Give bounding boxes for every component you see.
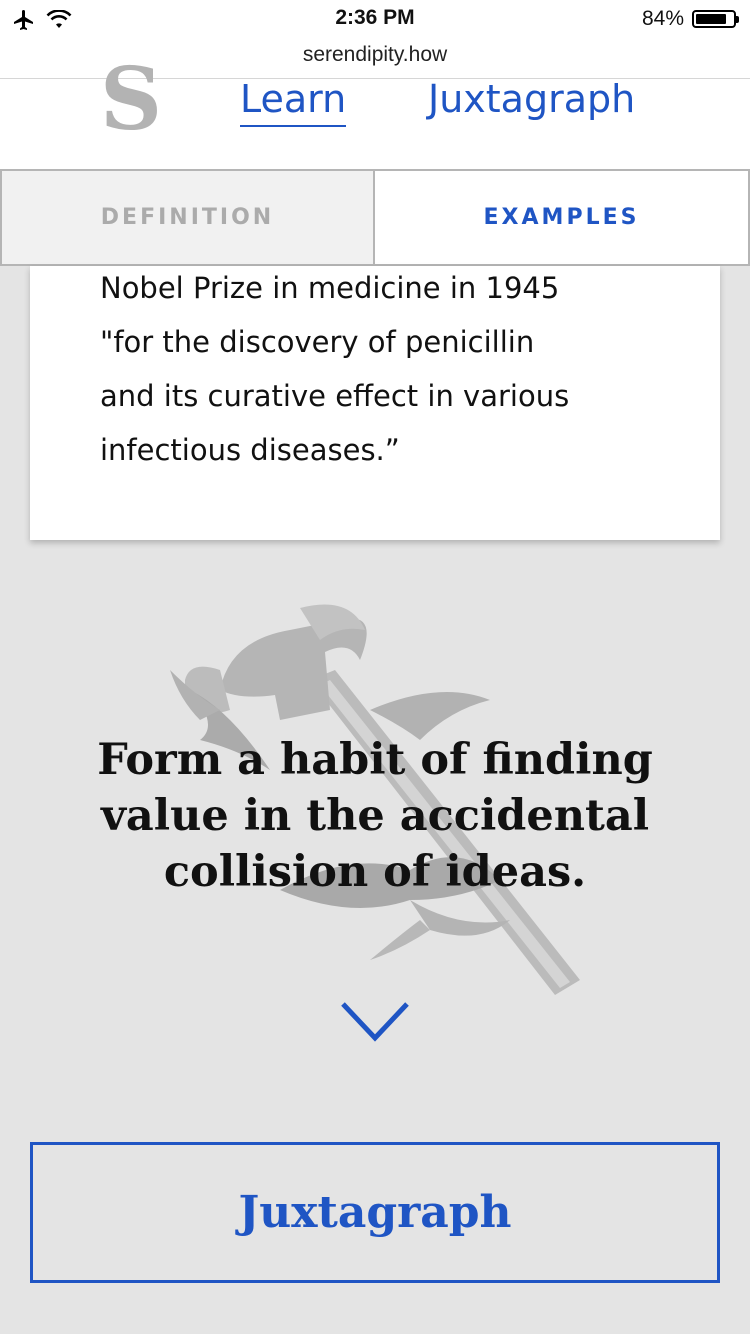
tagline: Form a habit of finding value in the acc…: [0, 732, 750, 900]
example-line: Nobel Prize in medicine in 1945: [100, 271, 560, 305]
content-tabs: DEFINITION EXAMPLES: [0, 169, 750, 266]
site-header: S Learn Juxtagraph: [0, 57, 750, 169]
url-text: serendipity.how: [302, 43, 448, 66]
tab-definition[interactable]: DEFINITION: [0, 169, 375, 266]
tagline-line: collision of ideas.: [163, 847, 587, 897]
example-text: Nobel Prize in medicine in 1945 "for the…: [100, 261, 660, 477]
status-time: 2:36 PM: [335, 6, 415, 29]
battery-icon: [692, 10, 739, 28]
nav-link-learn[interactable]: Learn: [240, 78, 347, 127]
tagline-line: Form a habit of finding: [97, 735, 653, 785]
status-bar: 2:36 PM 84%: [0, 0, 750, 40]
tagline-line: value in the accidental: [100, 791, 650, 841]
tab-examples[interactable]: EXAMPLES: [375, 169, 750, 266]
example-line: infectious diseases.”: [100, 433, 400, 467]
nav-link-juxtagraph[interactable]: Juxtagraph: [428, 78, 635, 121]
chevron-down-icon[interactable]: [340, 1000, 410, 1044]
status-right: 84%: [641, 7, 739, 31]
juxtagraph-button[interactable]: Juxtagraph: [30, 1142, 720, 1283]
battery-percent: 84%: [641, 7, 684, 30]
example-line: and its curative effect in various: [100, 379, 570, 413]
battery-level-fill: [696, 14, 726, 24]
site-logo[interactable]: S: [100, 57, 162, 143]
hero-section: Form a habit of finding value in the acc…: [0, 590, 750, 1020]
example-card: Nobel Prize in medicine in 1945 "for the…: [30, 266, 720, 540]
example-line: "for the discovery of penicillin: [100, 325, 535, 359]
